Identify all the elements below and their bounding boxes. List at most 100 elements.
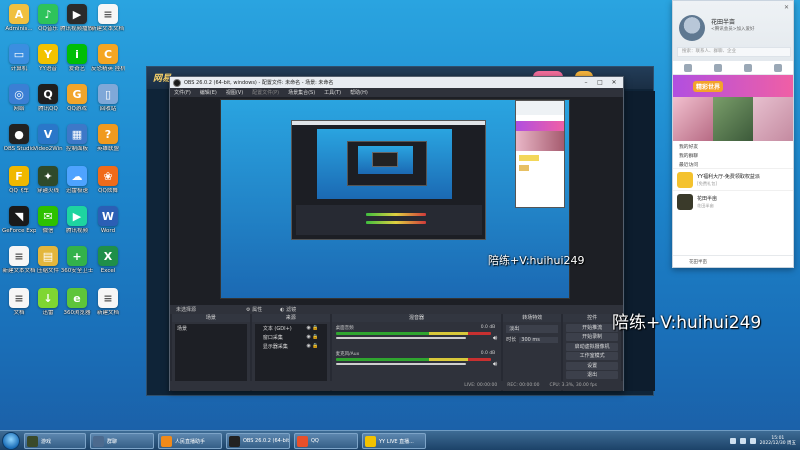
duration-input[interactable]: 300 ms — [519, 336, 559, 343]
desktop-icon[interactable]: +360安全卫士 — [60, 246, 94, 275]
contact-sub: 花田半亩 — [697, 203, 714, 208]
menu-tools[interactable]: 工具(T) — [324, 89, 341, 96]
properties-button[interactable]: ⚙ 属性 — [246, 306, 262, 313]
taskbar-item[interactable]: OBS 26.0.2 (64-bit... — [226, 433, 290, 449]
minimize-button[interactable]: – — [579, 77, 593, 88]
desktop-icon-label: 新建文本文档 (3).txt — [91, 26, 125, 32]
desktop-app-icon: ↓ — [38, 288, 58, 308]
speaker-icon[interactable]: 🔊︎ — [493, 360, 497, 369]
taskbar-item[interactable]: 群聊 — [90, 433, 154, 449]
desktop-app-icon: ≡ — [98, 4, 118, 24]
menu-profile[interactable]: 配置文件(P) — [252, 89, 279, 96]
tab-groups-icon[interactable] — [744, 63, 752, 72]
start-recording-button[interactable]: 开始录制 — [566, 333, 619, 341]
taskbar-item[interactable]: 游戏 — [24, 433, 86, 449]
taskbar-item-label: YY LIVE 直播... — [379, 438, 414, 445]
tray-icon[interactable] — [749, 438, 756, 444]
start-button[interactable] — [2, 432, 20, 450]
volume-slider[interactable] — [335, 337, 466, 339]
preview-watermark: 陪练+V:huihui249 — [488, 254, 585, 267]
tray-icon[interactable] — [739, 438, 746, 444]
desktop-icon-label: 反恐精英 挂机 — [91, 66, 125, 72]
exit-button[interactable]: 退出 — [566, 371, 619, 379]
qq-row-recent[interactable]: 最近访问 — [673, 159, 793, 168]
qq-row-groups[interactable]: 我的群聊 — [673, 150, 793, 159]
speaker-icon[interactable]: 🔊︎ — [493, 334, 497, 343]
desktop-icon[interactable]: ≡ 新建文本文档 (3).txt — [91, 4, 125, 33]
tray-icon[interactable] — [729, 438, 736, 444]
duration-row: 时长 300 ms — [506, 336, 559, 343]
desktop-icon[interactable]: C 反恐精英 挂机 — [91, 44, 125, 73]
scene-item[interactable]: 场景 — [175, 324, 247, 333]
desktop-app-icon: i — [67, 44, 87, 64]
promo-image[interactable] — [713, 97, 753, 141]
desktop-icon[interactable]: ▶ 腾讯视频播放器 — [60, 4, 94, 33]
transition-select[interactable]: 淡出 — [506, 325, 559, 333]
tab-messages-icon[interactable] — [684, 63, 692, 72]
desktop-icon[interactable]: ▶ 腾讯视频 — [60, 206, 94, 235]
taskbar-item[interactable]: 人民直播助手 — [158, 433, 222, 449]
maximize-button[interactable]: □ — [593, 77, 607, 88]
desktop-icon[interactable]: ▯ 回收站 — [91, 84, 125, 113]
volume-slider[interactable] — [335, 363, 466, 365]
desktop-app-icon: ▦ — [67, 124, 87, 144]
qq-signature[interactable]: <腾讯会员>加入爱好 — [711, 26, 755, 32]
tab-contacts-icon[interactable] — [714, 63, 722, 72]
qq-row-friends[interactable]: 我的好友 — [673, 141, 793, 150]
settings-button[interactable]: 设置 — [566, 361, 619, 370]
desktop-icon[interactable]: G QQ游戏 — [60, 84, 94, 113]
obs-window[interactable]: OBS 26.0.2 (64-bit, windows) - 配置文件: 未命名… — [169, 76, 624, 391]
desktop-icon[interactable]: ☁ 迅雷极速 — [60, 166, 94, 195]
desktop-icon[interactable]: X Excel — [91, 246, 125, 275]
source-item[interactable]: 显示器采集 ◉ 🔒 — [255, 342, 327, 351]
desktop-icon-label: 新建文档 — [96, 310, 119, 316]
obs-preview[interactable]: 陪练+V:huihui249 — [170, 97, 623, 305]
obs-title: OBS 26.0.2 (64-bit, windows) - 配置文件: 未命名… — [184, 80, 334, 86]
taskbar-item[interactable]: QQ — [294, 433, 358, 449]
close-button[interactable]: ✕ — [607, 77, 621, 88]
sources-title: 来源 — [251, 314, 330, 322]
rec-status: REC: 00:00:00 — [507, 383, 540, 388]
desktop-icon[interactable]: ▦ 控制面板 — [60, 124, 94, 153]
avatar[interactable] — [679, 15, 705, 41]
mixer-dock: 混音器 桌面音频 0.0 dB 🔊︎ 麦克风/Aux 0.0 dB 🔊︎ — [331, 314, 502, 391]
studio-mode-button[interactable]: 工作室模式 — [566, 352, 619, 360]
desktop-icon-label: 腾讯视频播放器 — [60, 26, 94, 32]
menu-file[interactable]: 文件(F) — [174, 89, 191, 96]
source-item[interactable]: 窗口采集 ◉ 🔒 — [255, 333, 327, 342]
source-item[interactable]: 文本 (GDI+) ◉ 🔒 — [255, 324, 327, 333]
sources-list[interactable]: 文本 (GDI+) ◉ 🔒 窗口采集 ◉ 🔒 显示器采集 ◉ 🔒 — [254, 324, 327, 381]
desktop-icon[interactable]: ≡ 新建文档 — [91, 288, 125, 317]
desktop-icon[interactable]: i 爱奇艺 — [60, 44, 94, 73]
qq-main-panel[interactable]: 花田半亩 <腾讯会员>加入爱好 ✕ 搜索：联系人、群聊、企业 精彩世界 我的好友… — [672, 0, 794, 268]
promo-image[interactable] — [753, 97, 793, 141]
qq-contact[interactable]: YY福利大厅-免费领取权益派 [免费礼包] — [673, 168, 793, 190]
menu-scene-collection[interactable]: 场景集合(S) — [288, 89, 315, 96]
desktop-icon-label: QQ游戏 — [67, 106, 87, 112]
desktop-icon[interactable]: W Word — [91, 206, 125, 235]
desktop-icon[interactable]: ? 英雄联盟 — [91, 124, 125, 153]
promo-image[interactable] — [673, 97, 713, 141]
background-sidebar — [625, 91, 655, 391]
transitions-dock: 转场特效 淡出 时长 300 ms — [503, 314, 562, 391]
qq-contact[interactable]: 花田半亩 花田半亩 — [673, 190, 793, 212]
desktop-app-icon: ▭ — [9, 44, 29, 64]
desktop-icon[interactable]: e 360浏览器 — [60, 288, 94, 317]
qq-picture-strip — [673, 97, 793, 141]
desktop-icon[interactable]: ❀ QQ炫舞 — [91, 166, 125, 195]
desktop-app-icon: W — [98, 206, 118, 226]
menu-view[interactable]: 视图(V) — [226, 89, 243, 96]
filters-button[interactable]: ◐ 滤镜 — [280, 306, 296, 313]
scenes-list[interactable]: 场景 — [175, 324, 247, 381]
tab-space-icon[interactable] — [774, 63, 782, 72]
close-icon[interactable]: ✕ — [784, 4, 789, 11]
menu-edit[interactable]: 编辑(E) — [200, 89, 217, 96]
taskbar-item[interactable]: YY LIVE 直播... — [362, 433, 426, 449]
menu-help[interactable]: 帮助(H) — [350, 89, 368, 96]
virtual-camera-button[interactable]: 启动虚拟摄像机 — [566, 342, 619, 351]
qq-search-input[interactable]: 搜索：联系人、群聊、企业 — [677, 47, 791, 57]
clock[interactable]: 15:01 2022/12/30 周五 — [760, 436, 796, 447]
qq-banner[interactable]: 精彩世界 — [673, 75, 793, 97]
start-streaming-button[interactable]: 开始推流 — [566, 323, 619, 332]
taskbar-app-icon — [365, 436, 376, 447]
